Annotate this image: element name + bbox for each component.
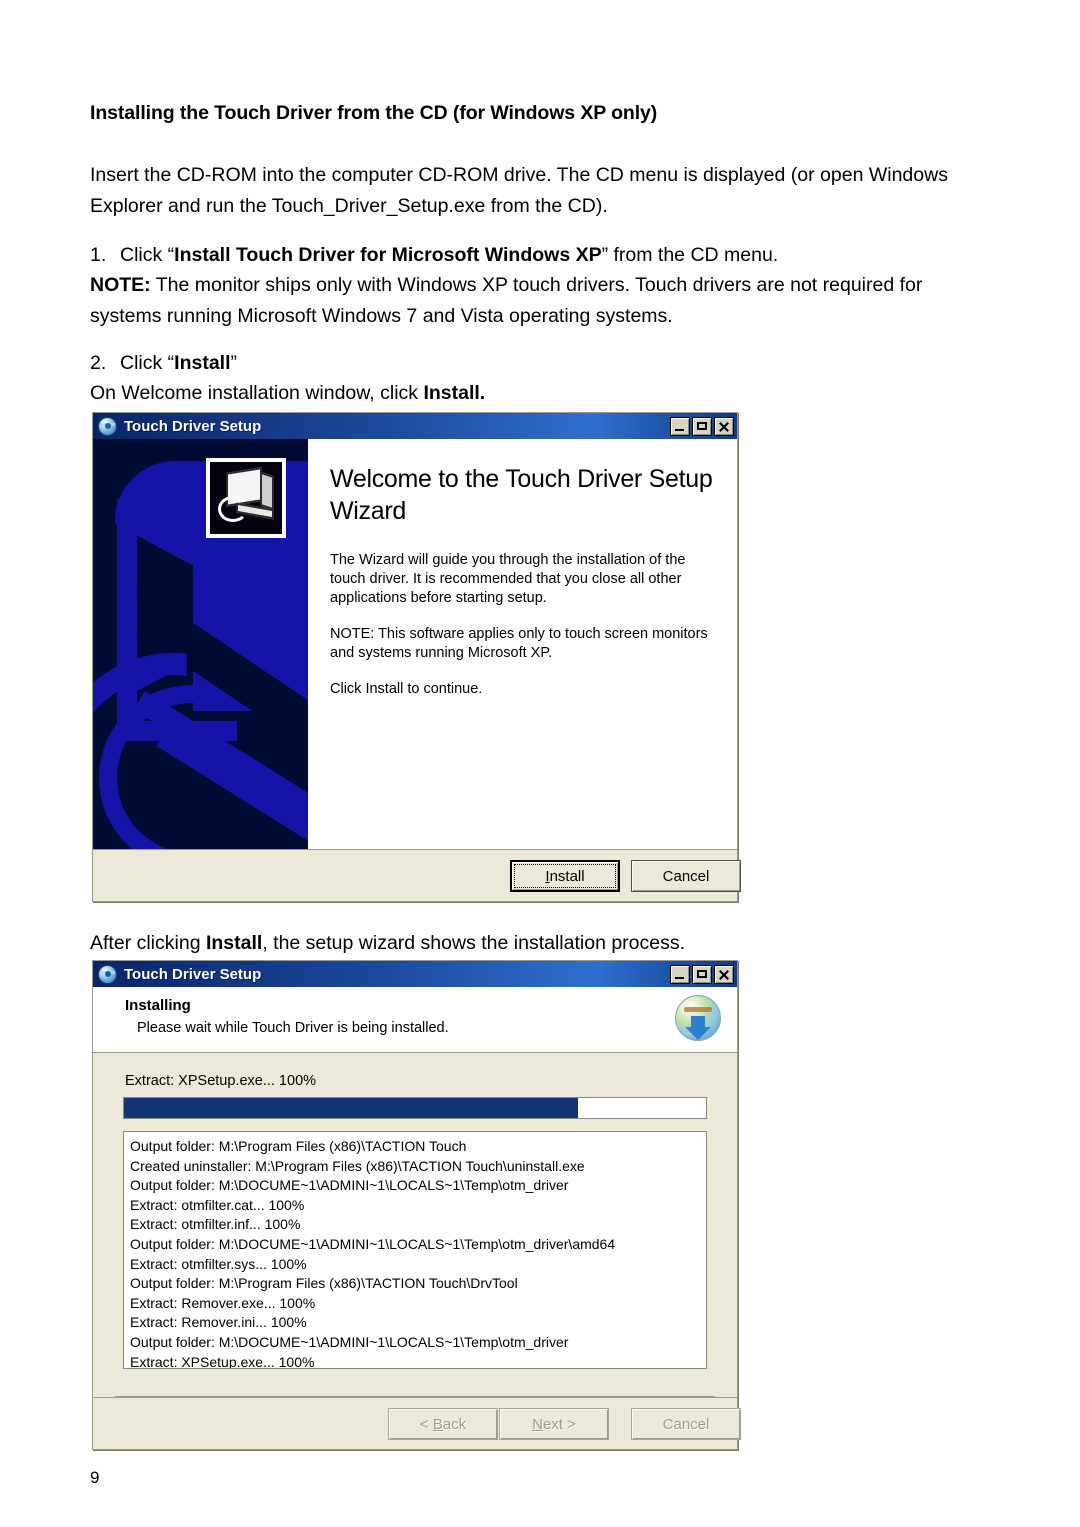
step-2-bold: Install [174,352,231,374]
welcome-paragraph-1: The Wizard will guide you through the in… [330,552,686,606]
log-line: Output folder: M:\DOCUME~1\ADMINI~1\LOCA… [130,1177,569,1194]
step-2: 2. Click “Install” [90,348,980,379]
monitor-case-shape [260,471,274,511]
log-line: Extract: otmfilter.cat... 100% [130,1196,305,1213]
step-1: 1. Click “Install Touch Driver for Micros… [90,240,980,271]
after-install-caption: After clicking Install, the setup wizard… [90,928,980,959]
step-2-sub-before: On Welcome installation window, click [90,382,424,404]
next-button-label: Next > [532,1415,576,1433]
progress-bar-fill [124,1098,578,1118]
after-caption-before: After clicking [90,932,206,954]
maximize-icon[interactable] [692,964,712,984]
log-line: Created uninstaller: M:\Program Files (x… [130,1157,585,1174]
touch-hand-shape [218,496,248,522]
close-icon[interactable] [714,416,734,436]
welcome-titlebar[interactable]: Touch Driver Setup [93,413,737,439]
installer-globe-icon [98,964,117,984]
focus-ring [514,864,616,888]
cancel-button[interactable]: Cancel [631,1408,741,1440]
step-2-sub-bold: Install. [423,382,486,404]
welcome-paragraph-3: Click Install to continue. [330,681,483,697]
page-title: Installing the Touch Driver from the CD … [90,102,658,124]
after-caption-bold: Install [205,932,263,954]
step-1-text-before: Click “ [120,244,175,266]
log-line: Extract: XPSetup.exe... 100% [130,1353,315,1369]
document-page: Installing the Touch Driver from the CD … [0,0,1080,1527]
step-2-text-before: Click “ [120,352,175,374]
minimize-icon[interactable] [670,964,690,984]
installing-body: Extract: XPSetup.exe... 100% Output fold… [93,1053,737,1397]
welcome-sidebar-graphic [93,439,308,851]
touch-monitor-icon [206,458,286,538]
log-line: Output folder: M:\Program Files (x86)\TA… [130,1138,467,1154]
after-caption-after: , the setup wizard shows the installatio… [262,932,686,954]
touch-driver-setup-installing-window: Touch Driver Setup Installing Please wai… [92,960,741,1450]
installing-window-title: Touch Driver Setup [124,965,262,983]
log-line: Extract: otmfilter.sys... 100% [130,1255,307,1272]
note-label: NOTE: [90,274,151,296]
note-text: The monitor ships only with Windows XP t… [90,274,923,327]
step-1-number: 1. [90,244,107,266]
close-icon[interactable] [714,964,734,984]
cancel-button[interactable]: Cancel [631,860,741,892]
installing-header-title: Installing [125,997,191,1014]
welcome-body: Welcome to the Touch Driver Setup Wizard… [93,439,737,851]
welcome-heading: Welcome to the Touch Driver Setup Wizard [330,465,713,525]
step-1-bold: Install Touch Driver for Microsoft Windo… [174,244,602,266]
installation-log-list[interactable]: Output folder: M:\Program Files (x86)\TA… [123,1131,707,1369]
log-line: Extract: Remover.exe... 100% [130,1294,316,1311]
touch-driver-setup-welcome-window: Touch Driver Setup Welcome to the Touch … [92,412,741,902]
maximize-icon[interactable] [692,416,712,436]
log-line: Output folder: M:\DOCUME~1\ADMINI~1\LOCA… [130,1235,616,1252]
welcome-window-title: Touch Driver Setup [124,417,262,435]
installation-progress-bar [123,1097,707,1119]
welcome-paragraph-2: NOTE: This software applies only to touc… [330,626,708,661]
installing-button-bar: < Back Next > Cancel [93,1397,741,1449]
step-1-text-after: ” from the CD menu. [601,244,779,266]
installing-header-subtitle: Please wait while Touch Driver is being … [137,1020,449,1036]
installing-window-controls [670,964,734,984]
step-2-text-after: ” [230,352,238,374]
step-2-number: 2. [90,352,107,374]
log-line: Extract: otmfilter.inf... 100% [130,1216,301,1233]
welcome-button-bar: Install Cancel [93,849,741,901]
installing-header: Installing Please wait while Touch Drive… [93,987,737,1053]
welcome-window-controls [670,416,734,436]
cancel-button-label: Cancel [662,867,710,885]
intro-paragraph: Insert the CD-ROM into the computer CD-R… [90,164,948,217]
installer-globe-icon [98,416,117,436]
download-arrow-shape [685,1016,711,1040]
step-2-subtext: On Welcome installation window, click In… [90,378,980,409]
nsis-globe-download-icon [675,995,721,1041]
minimize-icon[interactable] [670,416,690,436]
cancel-button-label: Cancel [662,1415,710,1433]
note-paragraph: NOTE: The monitor ships only with Window… [90,270,980,332]
welcome-content: Welcome to the Touch Driver Setup Wizard… [308,439,737,851]
page-number: 9 [90,1468,100,1487]
install-button[interactable]: Install [510,860,620,892]
log-line: Output folder: M:\DOCUME~1\ADMINI~1\LOCA… [130,1333,569,1350]
progress-status-label: Extract: XPSetup.exe... 100% [125,1073,317,1089]
log-line: Output folder: M:\Program Files (x86)\TA… [130,1275,518,1292]
next-button[interactable]: Next > [499,1408,609,1440]
back-button[interactable]: < Back [388,1408,498,1440]
back-button-label: < Back [419,1415,467,1433]
installing-titlebar[interactable]: Touch Driver Setup [93,961,737,987]
log-line: Extract: Remover.ini... 100% [130,1314,307,1331]
